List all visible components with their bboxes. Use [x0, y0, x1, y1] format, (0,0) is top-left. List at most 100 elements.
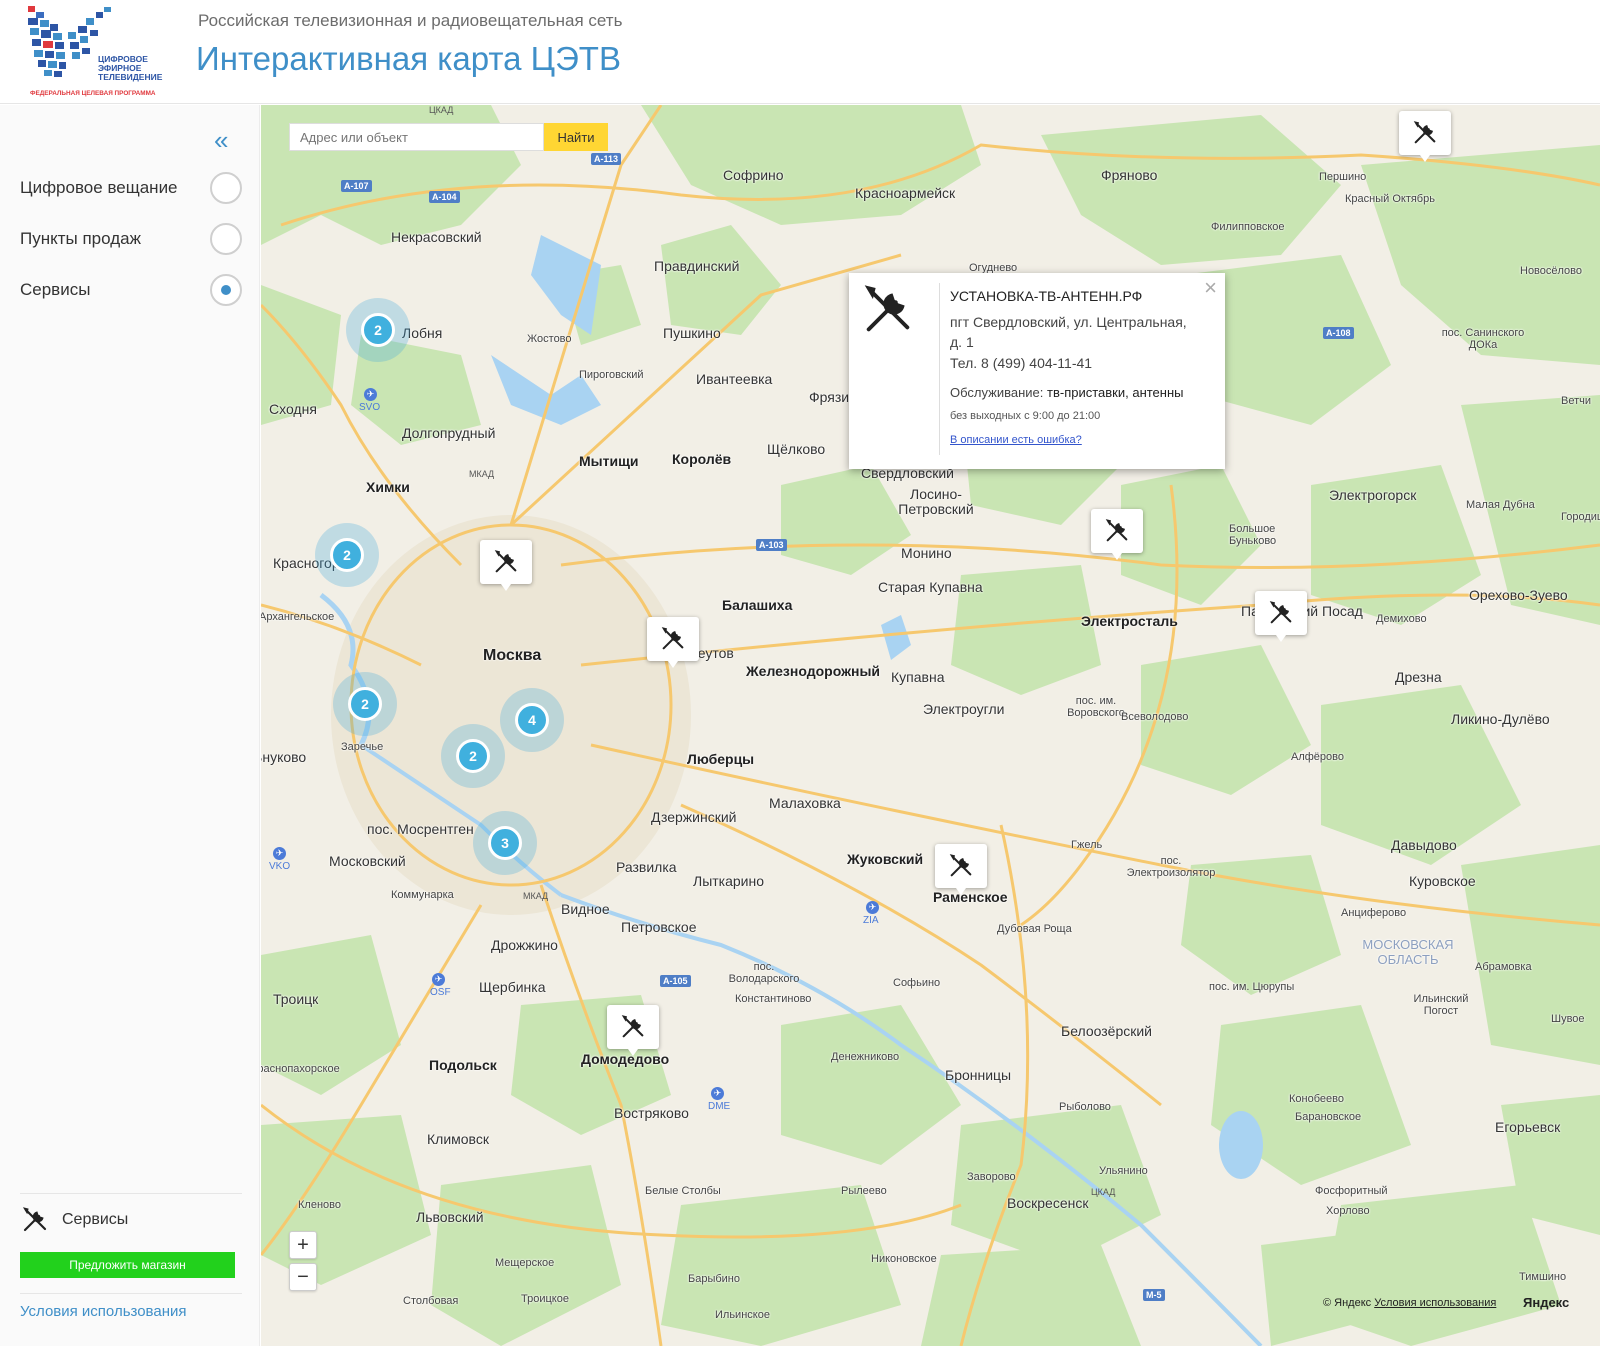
- service-cluster[interactable]: 3: [473, 811, 537, 875]
- airport-code: VKO: [269, 861, 291, 872]
- map-label: Ветчи: [1561, 395, 1592, 407]
- map-label: Всеволодово: [1121, 711, 1189, 723]
- map-label: Рылеево: [841, 1185, 887, 1197]
- zoom-out-button[interactable]: −: [289, 1263, 317, 1291]
- cluster-count: 2: [348, 687, 382, 721]
- map-label: Большое Буньково: [1229, 523, 1277, 547]
- map-label: Электрогорск: [1329, 487, 1417, 503]
- map-canvas[interactable]: Найти Москва Софрино Фряново Красноармей…: [261, 105, 1600, 1346]
- layer-toggle-sales-points[interactable]: Пункты продаж: [20, 222, 242, 256]
- map-label: Заворово: [967, 1171, 1016, 1183]
- divider: [939, 283, 940, 455]
- service-marker[interactable]: [480, 540, 532, 591]
- map-label: Шувое: [1551, 1013, 1585, 1025]
- copyright-text: © Яндекс: [1323, 1297, 1372, 1309]
- map-label: Дрожжино: [491, 937, 558, 953]
- airport-code: DME: [708, 1101, 731, 1112]
- road-shield: А-108: [1323, 327, 1354, 339]
- map-label: Малаховка: [769, 795, 841, 811]
- map-label: Кленово: [298, 1199, 341, 1211]
- map-label: Электросталь: [1081, 613, 1178, 629]
- search-button[interactable]: Найти: [544, 123, 608, 151]
- service-marker[interactable]: [935, 844, 987, 895]
- map-label: Правдинский: [654, 258, 740, 274]
- divider: [20, 1193, 242, 1194]
- map-label: пос. Санинского ДОКа: [1441, 327, 1525, 351]
- layer-toggle-services[interactable]: Сервисы: [20, 273, 242, 307]
- layer-radio[interactable]: [210, 172, 242, 204]
- map-label: Ильинское: [715, 1309, 770, 1321]
- map-label: Куровское: [1409, 873, 1476, 889]
- road-shield: А-104: [429, 191, 460, 203]
- search-input[interactable]: [289, 123, 544, 151]
- map-label: Старая Купавна: [878, 579, 983, 595]
- airport-code: ZIA: [863, 915, 879, 926]
- map-label: Московский: [329, 853, 406, 869]
- collapse-sidebar-button[interactable]: «: [214, 127, 228, 153]
- map-label: Видное: [561, 901, 610, 917]
- map-label: Новосёлово: [1520, 265, 1583, 277]
- map-label: Востряково: [614, 1105, 689, 1121]
- map-label: Софьино: [893, 977, 941, 989]
- legend-label: Сервисы: [62, 1211, 129, 1228]
- tools-icon: [661, 627, 684, 650]
- service-cluster[interactable]: 4: [500, 688, 564, 752]
- map-label: Люберцы: [687, 751, 755, 767]
- service-marker[interactable]: [1255, 591, 1307, 642]
- service-marker[interactable]: [647, 617, 699, 668]
- service-cluster[interactable]: 2: [441, 724, 505, 788]
- service-cluster[interactable]: 2: [346, 298, 410, 362]
- map-label: Некрасовский: [391, 229, 482, 245]
- service-marker[interactable]: [607, 1005, 659, 1056]
- service-cluster[interactable]: 2: [333, 672, 397, 736]
- map-label: Заречье: [341, 741, 384, 753]
- map-label: Внуково: [261, 749, 307, 765]
- tools-icon: [494, 550, 517, 573]
- map-label: Раменское: [933, 889, 1008, 905]
- map-label: Дрезна: [1395, 669, 1442, 685]
- report-error-link[interactable]: В описании есть ошибка?: [950, 434, 1082, 446]
- map-label: Абрамовка: [1475, 961, 1532, 973]
- map-terms-link[interactable]: Условия использования: [1374, 1297, 1496, 1309]
- service-marker[interactable]: [1399, 111, 1451, 162]
- layer-label: Пункты продаж: [20, 229, 141, 248]
- map-label: Красноармейск: [855, 185, 956, 201]
- map-label: Филипповское: [1211, 221, 1285, 233]
- map-label: Никоновское: [871, 1253, 937, 1265]
- layer-radio[interactable]: [210, 223, 242, 255]
- zoom-in-button[interactable]: +: [289, 1231, 317, 1259]
- suggest-store-button[interactable]: Предложить магазин: [20, 1252, 235, 1278]
- map-label: Белые Столбы: [645, 1185, 721, 1197]
- map-label: Денежниково: [831, 1051, 900, 1063]
- map-label: Лосино-Петровский: [898, 486, 974, 517]
- map-label: Львовский: [416, 1209, 484, 1225]
- map-label: Рыболово: [1059, 1101, 1111, 1113]
- map-label-region: МОСКОВСКАЯ ОБЛАСТЬ: [1362, 937, 1454, 967]
- map-label: Пироговский: [579, 369, 644, 381]
- airport-icon: ✈: [273, 847, 286, 860]
- map-label: Малая Дубна: [1466, 499, 1535, 511]
- svg-text:ФЕДЕРАЛЬНАЯ ЦЕЛЕВАЯ ПРОГРАММА: ФЕДЕРАЛЬНАЯ ЦЕЛЕВАЯ ПРОГРАММА: [30, 90, 156, 97]
- sidebar: « Цифровое вещание Пункты продаж Сервисы…: [0, 105, 260, 1346]
- service-marker[interactable]: [1091, 509, 1143, 560]
- map-label: Электроугли: [923, 701, 1005, 717]
- map-label: Ивантеевка: [696, 371, 773, 387]
- layer-radio-selected[interactable]: [210, 274, 242, 306]
- airport-icon: ✈: [711, 1087, 724, 1100]
- road-shield: А-113: [591, 153, 622, 165]
- terms-of-use-link[interactable]: Условия использования: [20, 1303, 187, 1320]
- close-icon[interactable]: ×: [1204, 277, 1217, 299]
- map-label: Краснопахорское: [261, 1063, 340, 1075]
- layer-label: Сервисы: [20, 280, 91, 299]
- map-label: Бронницы: [945, 1067, 1012, 1083]
- layer-toggle-digital-broadcast[interactable]: Цифровое вещание: [20, 171, 242, 205]
- yandex-logo[interactable]: Яндекс: [1523, 1295, 1569, 1310]
- map-label: Жуковский: [847, 851, 924, 867]
- map-label: Демихово: [1376, 613, 1427, 625]
- service-type: Обслуживание: тв-приставки, антенны: [950, 385, 1184, 400]
- cluster-count: 2: [456, 739, 490, 773]
- service-info-balloon: × УСТАНОВКА-ТВ-АНТЕНН.РФ пгт Свердловски…: [849, 273, 1225, 469]
- service-cluster[interactable]: 2: [315, 523, 379, 587]
- service-name: УСТАНОВКА-ТВ-АНТЕНН.РФ: [950, 288, 1143, 304]
- app-header: ЦИФРОВОЕ ЭФИРНОЕ ТЕЛЕВИДЕНИЕ ФЕДЕРАЛЬНАЯ…: [0, 0, 1600, 104]
